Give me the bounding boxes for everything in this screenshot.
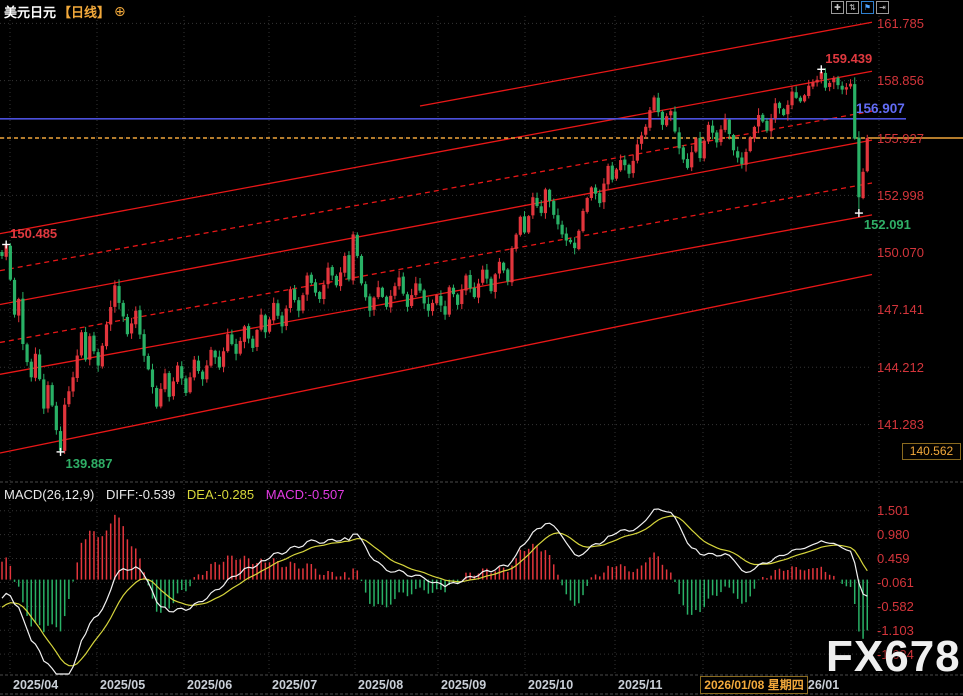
macd-axis-tick: -0.061 [877,575,914,590]
price-axis-tick: 141.283 [877,417,924,432]
chart-window: 美元日元 【日线】 ⊕ ✚⇅⚑⇥ 161.785 158.856 155.927 15… [0,0,963,696]
macd-axis-tick: -0.582 [877,599,914,614]
macd-axis-tick: 0.980 [877,527,910,542]
price-axis-tick: 155.927 [877,131,924,146]
time-axis-tick: 2025/11 [618,678,663,692]
time-axis-tick: 2025/09 [441,678,486,692]
candlesticks [0,68,868,454]
macd-axis-tick: 0.459 [877,551,910,566]
macd-dea-value: DEA:-0.285 [187,487,254,502]
trend-channel [0,22,872,453]
macd-diff-value: DIFF:-0.539 [106,487,175,502]
time-axis-tick: 2025/06 [187,678,232,692]
time-axis-tick: 2025/05 [100,678,145,692]
price-axis-tick: 144.212 [877,360,924,375]
auto-fit-icon[interactable]: ⚑ [861,1,874,14]
price-axis-tick: 150.070 [877,245,924,260]
macd-axis-tick: 1.501 [877,503,910,518]
swing-high-label: 159.439 [825,51,872,66]
shift-right-icon[interactable]: ⇥ [876,1,889,14]
chart-toolbar: ✚⇅⚑⇥ [831,1,889,14]
swing-markers [2,65,863,456]
macd-params-label: MACD(26,12,9) [4,487,94,502]
time-axis-tick: 2025/08 [358,678,403,692]
fx678-watermark: FX678 [826,632,961,682]
timeframe-label: 【日线】 [58,2,110,21]
macd-panel [2,509,867,674]
chart-svg[interactable] [0,0,963,696]
swing-low-label: 152.091 [864,217,911,232]
pan-icon[interactable]: ✚ [831,1,844,14]
price-axis-tick: 158.856 [877,73,924,88]
price-axis-tick: 147.141 [877,302,924,317]
time-axis-tick: 2025/07 [272,678,317,692]
scale-axes-icon[interactable]: ⇅ [846,1,859,14]
swing-high-label: 150.485 [10,226,57,241]
crosshair-date-box: 2026/01/08 星期四 [700,676,808,694]
swing-low-label: 139.887 [66,456,113,471]
price-axis-tick: 152.998 [877,188,924,203]
resistance-price-label: 156.907 [856,101,905,116]
crosshair-price-box: 140.562 [902,443,961,460]
price-axis-tick: 161.785 [877,16,924,31]
macd-header: MACD(26,12,9) DIFF:-0.539 DEA:-0.285 MAC… [4,487,353,502]
instrument-title: 美元日元 [4,2,56,21]
time-axis-tick: 2025/10 [528,678,573,692]
add-indicator-icon[interactable]: ⊕ [114,3,126,20]
time-axis-tick: 2025/04 [13,678,58,692]
macd-macd-value: MACD:-0.507 [266,487,345,502]
price-levels [0,119,963,138]
chart-title-bar: 美元日元 【日线】 ⊕ [4,2,126,21]
